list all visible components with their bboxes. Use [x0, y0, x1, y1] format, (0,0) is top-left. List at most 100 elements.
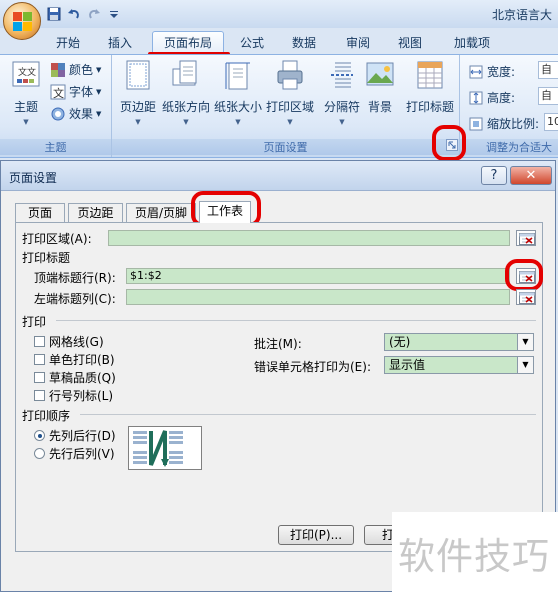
tab-view[interactable]: 视图	[388, 31, 432, 53]
tab-review[interactable]: 审阅	[336, 31, 380, 53]
radio-selected	[34, 430, 45, 441]
checkbox-box	[34, 390, 45, 401]
dropdown-arrow-icon: ▼	[517, 334, 533, 350]
height-input[interactable]: 自动	[538, 87, 558, 105]
page-order-preview	[128, 426, 202, 470]
group-page-setup: 页边距 ▼ 纸张方向 ▼ 纸张大小 ▼ 打印区域 ▼ 分隔符 ▼ 背景 打印标题…	[112, 55, 460, 157]
size-button[interactable]: 纸张大小 ▼	[214, 59, 262, 126]
top-rows-label: 顶端标题行(R):	[34, 271, 116, 285]
margins-icon	[126, 60, 150, 90]
customize-arrow-icon[interactable]	[106, 6, 122, 22]
fonts-button[interactable]: 文 字体 ▼	[50, 83, 101, 100]
chevron-down-icon: ▼	[287, 118, 293, 126]
themes-icon: 文文	[12, 61, 40, 87]
gridlines-checkbox[interactable]: 网格线(G)	[34, 333, 104, 350]
printer-icon	[277, 60, 303, 90]
undo-icon[interactable]	[66, 6, 82, 22]
tab-sheet[interactable]: 工作表	[199, 201, 251, 223]
redo-icon[interactable]	[86, 6, 102, 22]
left-cols-input[interactable]	[126, 289, 510, 305]
title-bar: 北京语言大	[0, 0, 558, 28]
print-titles-button[interactable]: 打印标题	[404, 59, 456, 115]
comments-select[interactable]: (无) ▼	[384, 333, 534, 351]
chevron-down-icon: ▼	[96, 87, 102, 96]
dialog-title-bar: 页面设置 ? ✕	[1, 161, 555, 191]
print-titles-icon	[417, 61, 443, 89]
effects-button[interactable]: 效果 ▼	[50, 105, 101, 122]
collapse-dialog-icon	[519, 292, 535, 304]
tab-margins[interactable]: 页边距	[68, 203, 123, 223]
chevron-down-icon: ▼	[135, 118, 141, 126]
over-then-down-label: 先行后列(V)	[49, 447, 115, 461]
effects-label: 效果	[69, 107, 94, 121]
ribbon-tabs: 开始 插入 页面布局 公式 数据 审阅 视图 加载项	[0, 28, 558, 54]
save-icon[interactable]	[46, 6, 62, 22]
office-logo-icon	[13, 12, 33, 32]
tab-page[interactable]: 页面	[15, 203, 65, 223]
group-label-page-setup: 页面设置	[112, 139, 459, 155]
print-button[interactable]: 打印(P)...	[278, 525, 354, 545]
chevron-down-icon: ▼	[183, 118, 189, 126]
cell-errors-select[interactable]: 显示值 ▼	[384, 356, 534, 374]
height-label: 高度:	[487, 91, 516, 105]
tab-header-footer[interactable]: 页眉/页脚	[126, 203, 196, 223]
chevron-down-icon: ▼	[96, 65, 102, 74]
orientation-button[interactable]: 纸张方向 ▼	[162, 59, 210, 126]
chevron-down-icon: ▼	[235, 118, 241, 126]
cell-errors-value: 显示值	[389, 358, 426, 372]
help-button[interactable]: ?	[481, 166, 507, 185]
colors-button[interactable]: 颜色 ▼	[50, 61, 101, 78]
orientation-label: 纸张方向	[162, 100, 211, 114]
comments-label: 批注(M):	[254, 337, 302, 351]
tab-home[interactable]: 开始	[46, 31, 90, 53]
left-cols-collapse-button[interactable]	[516, 289, 536, 305]
width-icon	[469, 65, 483, 78]
svg-text:文: 文	[53, 86, 64, 100]
down-then-over-radio[interactable]: 先列后行(D)	[34, 427, 116, 444]
tab-data[interactable]: 数据	[282, 31, 326, 53]
margins-button[interactable]: 页边距 ▼	[114, 59, 162, 126]
black-white-checkbox[interactable]: 单色打印(B)	[34, 351, 115, 368]
top-rows-input[interactable]: $1:$2	[126, 268, 510, 284]
print-area-button[interactable]: 打印区域 ▼	[266, 59, 314, 126]
sheet-tab-panel: 打印区域(A): 打印标题 顶端标题行(R): $1:$2 左端标题列(C): …	[15, 222, 543, 552]
checkbox-box	[34, 372, 45, 383]
dialog-title: 页面设置	[9, 171, 58, 185]
highlight-circle-launcher	[432, 125, 466, 161]
dropdown-arrow-icon: ▼	[517, 357, 533, 373]
tab-page-layout[interactable]: 页面布局	[152, 31, 224, 53]
gridlines-label: 网格线(G)	[49, 335, 104, 349]
width-input[interactable]: 自动	[538, 61, 558, 79]
themes-label: 主题	[13, 100, 38, 114]
colors-label: 颜色	[69, 63, 94, 77]
close-button[interactable]: ✕	[510, 166, 552, 185]
paper-size-icon	[225, 62, 250, 90]
fonts-icon: 文	[50, 84, 66, 100]
draft-quality-checkbox[interactable]: 草稿品质(Q)	[34, 369, 116, 386]
office-button[interactable]	[3, 2, 41, 40]
row-col-headings-checkbox[interactable]: 行号列标(L)	[34, 387, 113, 404]
height-icon	[469, 91, 483, 104]
tab-insert[interactable]: 插入	[98, 31, 142, 53]
scale-control: 缩放比例:	[468, 115, 539, 132]
effects-icon	[51, 107, 65, 120]
cell-errors-label: 错误单元格打印为(E):	[254, 360, 371, 374]
scale-input[interactable]: 10	[544, 113, 558, 131]
left-cols-label: 左端标题列(C):	[34, 292, 116, 306]
ribbon-page-layout: 文文 主题 ▼ 颜色 ▼ 文 字体 ▼ 效果 ▼ 主题 页边距 ▼ 纸张方向 ▼…	[0, 54, 558, 158]
print-area-input[interactable]	[108, 230, 510, 246]
background-button[interactable]: 背景	[356, 59, 404, 115]
breaks-icon	[331, 62, 353, 88]
print-titles-section-label: 打印标题	[22, 251, 71, 265]
tab-formulas[interactable]: 公式	[230, 31, 274, 53]
chevron-down-icon: ▼	[23, 118, 29, 126]
orientation-icon	[172, 60, 197, 86]
group-themes: 文文 主题 ▼ 颜色 ▼ 文 字体 ▼ 效果 ▼ 主题	[0, 55, 112, 157]
height-control: 高度:	[468, 89, 515, 106]
over-then-down-radio[interactable]: 先行后列(V)	[34, 445, 115, 462]
row-col-headings-label: 行号列标(L)	[49, 389, 114, 403]
down-then-over-label: 先列后行(D)	[49, 429, 116, 443]
tab-addins[interactable]: 加载项	[444, 31, 500, 53]
print-area-collapse-button[interactable]	[516, 230, 536, 246]
themes-button[interactable]: 文文 主题 ▼	[2, 59, 50, 126]
